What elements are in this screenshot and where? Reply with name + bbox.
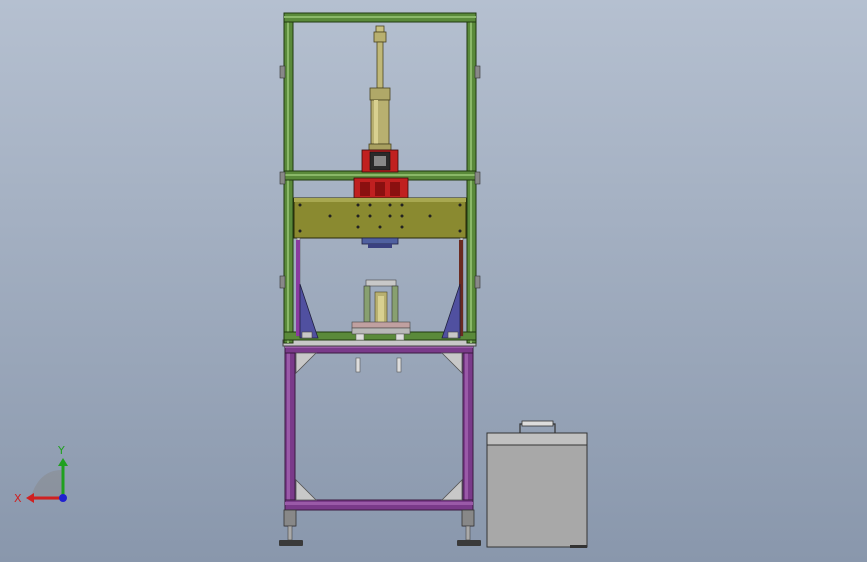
axis-triad: Y X [14, 444, 68, 505]
side-guide-strip[interactable] [296, 240, 300, 336]
press-cylinder[interactable] [368, 25, 392, 151]
table-top[interactable] [282, 339, 477, 347]
x-axis-arrow [26, 493, 34, 503]
workpiece-fixture[interactable] [351, 279, 411, 341]
lower-frame[interactable] [279, 339, 481, 546]
x-axis-label: X [14, 492, 22, 505]
side-box[interactable] [486, 420, 588, 548]
y-axis-arrow [58, 458, 68, 466]
z-axis-origin [59, 494, 67, 502]
cad-model-scene[interactable] [0, 0, 867, 562]
cad-viewport[interactable]: Y X [0, 0, 867, 562]
y-axis-label: Y [57, 444, 65, 457]
